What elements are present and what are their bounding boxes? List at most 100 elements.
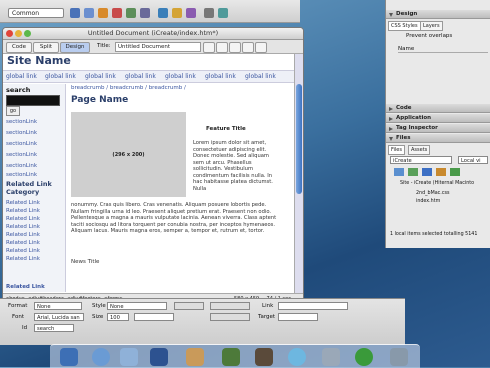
prevent-overlaps-checkbox[interactable]: Prevent overlaps xyxy=(406,33,452,39)
file-item[interactable]: 2nd_bMac.css xyxy=(416,191,449,196)
app-icon[interactable] xyxy=(186,348,204,366)
files-tab[interactable]: Files xyxy=(388,145,405,155)
scroll-thumb[interactable] xyxy=(296,84,302,194)
global-link[interactable]: global link xyxy=(125,73,156,80)
section-link[interactable]: sectionLink xyxy=(6,119,37,125)
target-label: Target xyxy=(258,314,276,320)
global-link[interactable]: global link xyxy=(245,73,276,80)
images-icon[interactable] xyxy=(140,8,150,18)
visual-aids-icon[interactable] xyxy=(255,42,267,53)
related-link[interactable]: Related Link xyxy=(6,284,45,290)
view-select[interactable]: Local vi xyxy=(458,156,488,164)
bold-italic-buttons[interactable] xyxy=(174,302,204,310)
connect-icon[interactable] xyxy=(394,168,404,176)
anchor-icon[interactable] xyxy=(98,8,108,18)
insert-category-select[interactable]: Common xyxy=(8,8,64,18)
view-options-icon[interactable] xyxy=(242,42,254,53)
templates-icon[interactable] xyxy=(204,8,214,18)
list-indent-buttons[interactable] xyxy=(210,313,250,321)
assets-tab[interactable]: Assets xyxy=(408,145,431,155)
put-files-icon[interactable] xyxy=(436,168,446,176)
align-buttons[interactable] xyxy=(210,302,250,310)
font-select[interactable]: Arial, Lucida san xyxy=(34,313,84,321)
safari-icon[interactable] xyxy=(92,348,110,366)
code-panel-header[interactable]: Code xyxy=(386,104,490,113)
get-files-icon[interactable] xyxy=(422,168,432,176)
related-link[interactable]: Related Link xyxy=(6,224,40,230)
tag-inspector-panel-header[interactable]: Tag Inspector xyxy=(386,124,490,133)
hyperlink-icon[interactable] xyxy=(70,8,80,18)
document-toolbar: Code Split Design Title: Untitled Docume… xyxy=(3,40,303,54)
app-icon[interactable] xyxy=(355,348,373,366)
split-view-button[interactable]: Split xyxy=(33,42,59,53)
app-icon[interactable] xyxy=(390,348,408,366)
breadcrumb[interactable]: breadcrumb / breadcrumb / breadcrumb / xyxy=(71,85,186,91)
section-link[interactable]: sectionLink xyxy=(6,163,37,169)
refresh-icon[interactable] xyxy=(229,42,241,53)
comment-icon[interactable] xyxy=(186,8,196,18)
div-icon[interactable] xyxy=(126,8,136,18)
vertical-scrollbar[interactable] xyxy=(294,54,303,294)
application-panel-header[interactable]: Application xyxy=(386,114,490,123)
section-link[interactable]: sectionLink xyxy=(6,130,37,136)
code-view-button[interactable]: Code xyxy=(6,42,32,53)
mail-icon[interactable] xyxy=(120,348,138,366)
mac-dock xyxy=(50,344,420,368)
media-icon[interactable] xyxy=(158,8,168,18)
design-panel-header[interactable]: Design xyxy=(386,10,490,19)
file-item[interactable]: index.htm xyxy=(416,199,440,204)
panel-dock: Design CSS Styles Layers Prevent overlap… xyxy=(385,0,490,248)
format-select[interactable]: None xyxy=(34,302,82,310)
link-field[interactable] xyxy=(278,302,348,310)
global-link[interactable]: global link xyxy=(165,73,196,80)
related-link[interactable]: Related Link xyxy=(6,248,40,254)
date-icon[interactable] xyxy=(172,8,182,18)
file-management-icon[interactable] xyxy=(203,42,215,53)
document-title-field[interactable]: Untitled Document xyxy=(115,42,201,52)
related-link[interactable]: Related Link xyxy=(6,256,40,262)
layers-tab[interactable]: Layers xyxy=(420,21,443,31)
finder-icon[interactable] xyxy=(60,348,78,366)
related-link[interactable]: Related Link xyxy=(6,216,40,222)
app-icon[interactable] xyxy=(222,348,240,366)
section-link[interactable]: sectionLink xyxy=(6,141,37,147)
go-button[interactable]: go xyxy=(6,106,20,116)
section-link[interactable]: sectionLink xyxy=(6,172,37,178)
section-link[interactable]: sectionLink xyxy=(6,152,37,158)
tag-chooser-icon[interactable] xyxy=(218,8,228,18)
name-column-header: Name xyxy=(398,46,488,53)
related-link[interactable]: Related Link xyxy=(6,208,40,214)
global-link[interactable]: global link xyxy=(85,73,116,80)
global-link[interactable]: global link xyxy=(45,73,76,80)
app-icon[interactable] xyxy=(150,348,168,366)
site-root-item[interactable]: Site - iCreate (Hiternal Macinto xyxy=(400,181,474,186)
refresh-icon[interactable] xyxy=(408,168,418,176)
app-icon[interactable] xyxy=(255,348,273,366)
related-link[interactable]: Related Link xyxy=(6,240,40,246)
global-link[interactable]: global link xyxy=(6,73,37,80)
email-link-icon[interactable] xyxy=(84,8,94,18)
target-select[interactable] xyxy=(278,313,318,321)
image-size-label: (296 x 200) xyxy=(112,152,145,158)
global-link[interactable]: global link xyxy=(205,73,236,80)
css-styles-tab[interactable]: CSS Styles xyxy=(388,21,421,31)
app-icon[interactable] xyxy=(288,348,306,366)
insert-toolbar: Common xyxy=(0,0,300,23)
search-input[interactable] xyxy=(6,95,60,106)
id-field[interactable]: search xyxy=(34,324,74,332)
id-label: Id xyxy=(22,325,28,331)
style-select[interactable]: None xyxy=(107,302,167,310)
check-in-icon[interactable] xyxy=(450,168,460,176)
size-unit-select[interactable] xyxy=(134,313,174,321)
related-link[interactable]: Related Link xyxy=(6,200,40,206)
preview-browser-icon[interactable] xyxy=(216,42,228,53)
design-view-button[interactable]: Design xyxy=(60,42,90,53)
window-title: Untitled Document (iCreate/index.htm*) xyxy=(87,29,219,37)
size-select[interactable]: 100 xyxy=(107,313,129,321)
table-icon[interactable] xyxy=(112,8,122,18)
image-placeholder[interactable]: (296 x 200) xyxy=(71,112,186,197)
related-link[interactable]: Related Link xyxy=(6,232,40,238)
site-select[interactable]: iCreate xyxy=(390,156,452,164)
files-panel-header[interactable]: Files xyxy=(386,134,490,143)
app-icon[interactable] xyxy=(322,348,340,366)
